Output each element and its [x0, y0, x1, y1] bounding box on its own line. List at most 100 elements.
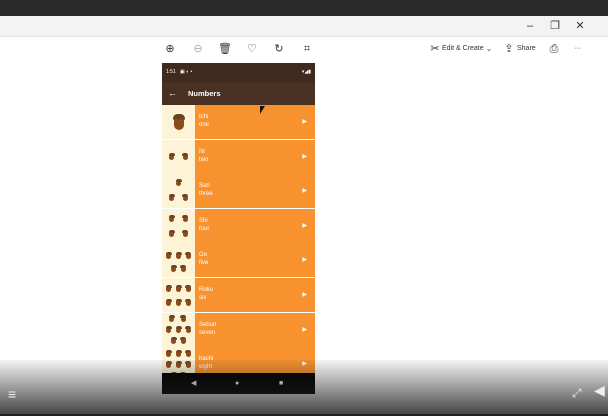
acorn-icon [175, 326, 182, 334]
bottom-overlay: ≡ ⤢ ◀ [0, 360, 608, 416]
english-word: five [199, 260, 209, 267]
acorn-icon [185, 298, 192, 306]
acorn-icon [168, 194, 175, 202]
acorn-thumbnail [162, 278, 195, 312]
play-icon[interactable]: ▶ [302, 186, 307, 196]
restore-button[interactable]: ❐ [543, 18, 567, 34]
acorn-icon [182, 153, 189, 161]
acorn-icon [182, 194, 189, 202]
acorn-thumbnail [162, 174, 195, 209]
list-item-body: Roku six ▶ [195, 278, 315, 312]
list-item[interactable]: Ichi one ▶ [162, 105, 315, 139]
crop-icon[interactable]: ⌗ [300, 42, 314, 56]
japanese-word: Ni [199, 148, 205, 155]
favorite-icon[interactable]: ♡ [245, 42, 259, 56]
viewer-toolbar: ⊕ ⊖ 🗑 ♡ ↻ ⌗ ✂ Edit & Create ⌄ ⇪ Share ⎙ … [0, 37, 608, 61]
acorn-icon [180, 336, 187, 344]
acorn-icon [168, 315, 175, 323]
english-word: three [199, 191, 213, 198]
more-options-button[interactable]: ··· [574, 42, 581, 56]
acorn-icon [168, 215, 175, 223]
english-word: four [199, 225, 210, 232]
acorn-thumbnail [162, 105, 195, 139]
list-item-body: Ni two ▶ [195, 139, 315, 174]
english-word: six [199, 295, 207, 301]
acorn-icon [175, 349, 182, 357]
acorn-icon [168, 153, 175, 161]
list-item-body: Go five ▶ [195, 243, 315, 278]
acorn-icon [165, 284, 172, 292]
play-icon[interactable]: ▶ [302, 290, 307, 300]
acorn-icon [175, 284, 182, 292]
rotate-icon[interactable]: ↻ [272, 42, 286, 56]
english-word: two [199, 156, 209, 163]
share-icon: ⇪ [504, 43, 514, 55]
zoom-out-icon[interactable]: ⊖ [191, 42, 205, 56]
acorn-thumbnail [162, 312, 195, 347]
app-title: Numbers [188, 89, 221, 98]
acorn-thumbnail [162, 139, 195, 174]
list-edit-icon[interactable]: ≡ [8, 386, 16, 402]
signal-battery-icon: ▾◢▮ [301, 69, 311, 75]
play-icon[interactable]: ▶ [302, 221, 307, 231]
volume-icon[interactable]: ◀ [594, 382, 605, 399]
acorn-icon [165, 349, 172, 357]
english-word: seven [199, 329, 216, 336]
acorn-icon [185, 284, 192, 292]
acorn-icon [172, 114, 185, 130]
phone-status-bar: 1:51 ▣ ◐ • ▾◢▮ [162, 63, 315, 82]
acorn-icon [182, 229, 189, 237]
list-item[interactable]: Sebun seven ▶ [162, 312, 315, 347]
play-icon[interactable]: ▶ [302, 152, 307, 162]
notification-icons: ▣ ◐ • [180, 69, 193, 75]
print-icon[interactable]: ⎙ [547, 42, 561, 56]
acorn-icon [182, 215, 189, 223]
title-bar: – ❐ ✕ [0, 16, 608, 37]
edit-create-label: Edit & Create [442, 45, 484, 52]
phone-screenshot: 1:51 ▣ ◐ • ▾◢▮ ← Numbers Ichi one ▶ Ni two ▶ S… [162, 63, 315, 394]
play-icon[interactable]: ▶ [302, 117, 307, 127]
back-arrow-icon[interactable]: ← [168, 82, 177, 105]
list-item[interactable]: San three ▶ [162, 174, 315, 209]
list-item[interactable]: Shi four ▶ [162, 208, 315, 243]
japanese-word: Go [199, 252, 208, 259]
acorn-thumbnail [162, 208, 195, 243]
status-time: 1:51 [166, 69, 176, 75]
list-item[interactable]: Roku six ▶ [162, 278, 315, 312]
list-item-body: San three ▶ [195, 174, 315, 209]
list-item[interactable]: Ni two ▶ [162, 139, 315, 174]
acorn-thumbnail [162, 243, 195, 278]
zoom-in-icon[interactable]: ⊕ [163, 42, 177, 56]
minimize-button[interactable]: – [518, 18, 542, 34]
delete-icon[interactable]: 🗑 [218, 42, 232, 56]
acorn-icon [185, 349, 192, 357]
acorn-icon [185, 251, 192, 259]
acorn-icon [170, 265, 177, 273]
japanese-word: Sebun [199, 321, 217, 328]
acorn-icon [175, 251, 182, 259]
list-item-body: Sebun seven ▶ [195, 312, 315, 347]
list-item-body: Shi four ▶ [195, 208, 315, 243]
close-button[interactable]: ✕ [568, 18, 592, 34]
play-icon[interactable]: ▶ [302, 325, 307, 335]
japanese-word: Roku [199, 287, 214, 293]
japanese-word: San [199, 183, 210, 190]
acorn-icon [180, 315, 187, 323]
chevron-down-icon: ⌄ [485, 44, 493, 53]
acorn-icon [185, 326, 192, 334]
expand-icon[interactable]: ⤢ [572, 386, 582, 401]
acorn-icon [165, 298, 172, 306]
english-word: one [199, 122, 210, 128]
play-icon[interactable]: ▶ [302, 255, 307, 265]
edit-icon: ✂ [430, 43, 440, 55]
acorn-icon [165, 251, 172, 259]
japanese-word: Shi [199, 217, 208, 224]
acorn-icon [168, 229, 175, 237]
acorn-icon [180, 265, 187, 273]
mouse-cursor-icon [260, 106, 265, 114]
acorn-icon [175, 179, 182, 187]
acorn-icon [170, 336, 177, 344]
list-item[interactable]: Go five ▶ [162, 243, 315, 278]
list-item-body: Ichi one ▶ [195, 105, 315, 139]
japanese-word: Ichi [199, 114, 209, 120]
